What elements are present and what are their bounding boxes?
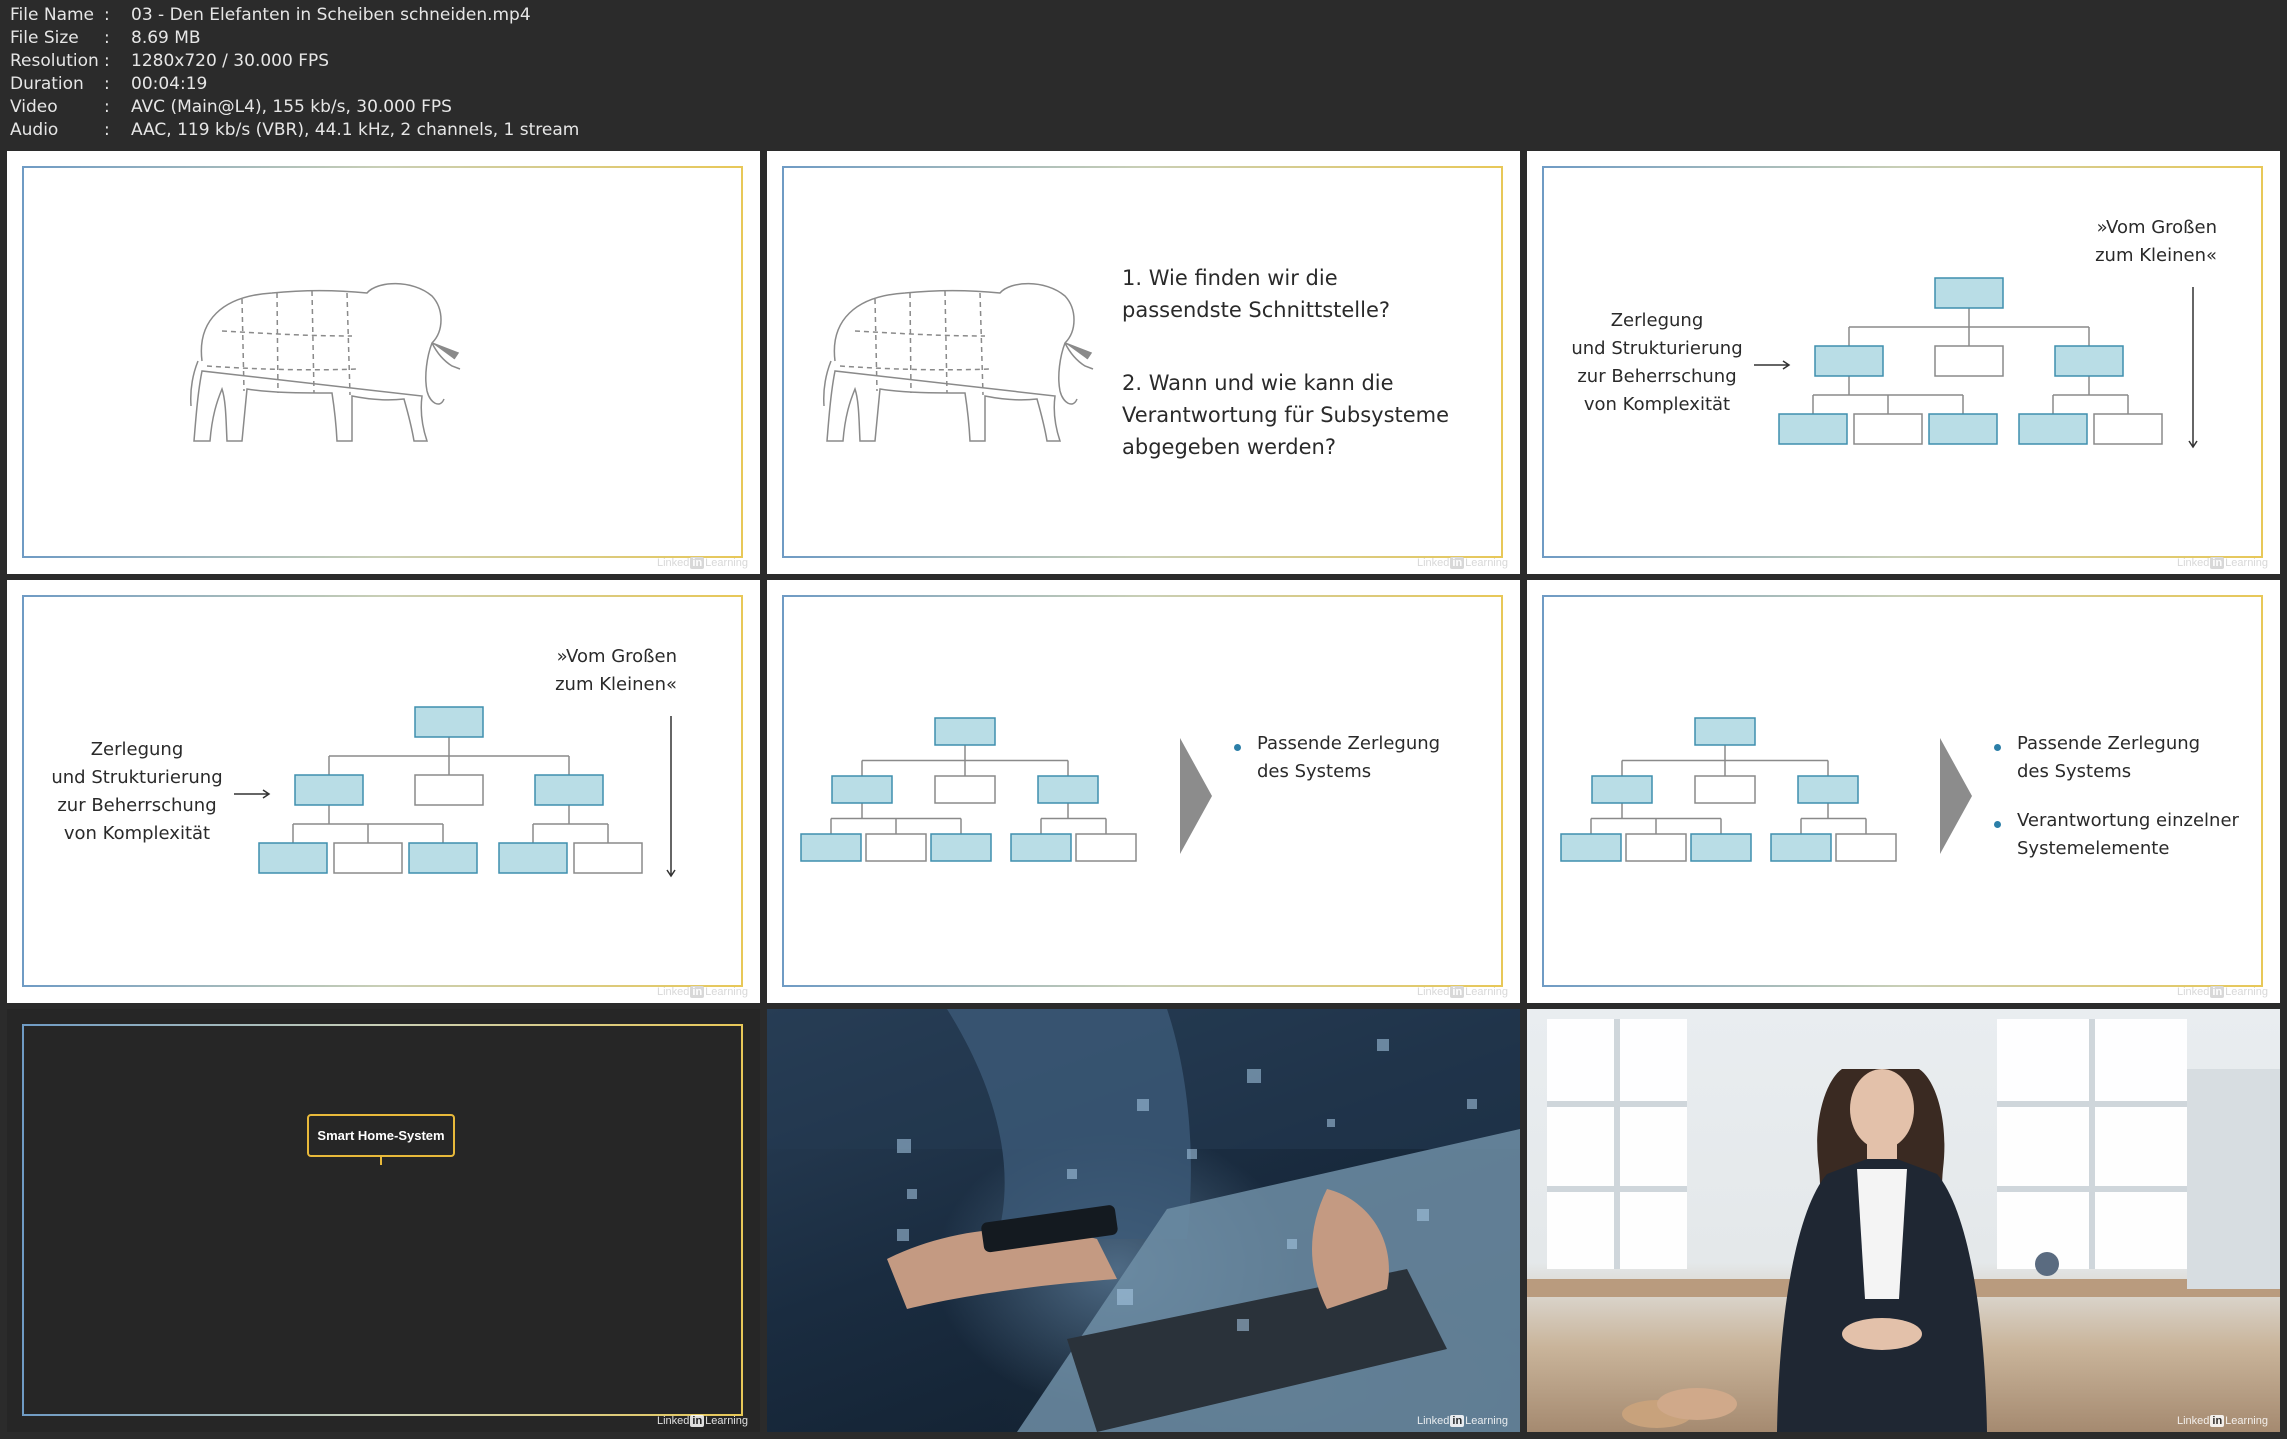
file-info-row: File Size: 8.69 MB — [10, 27, 579, 50]
bullet-2: Verantwortung einzelner Systemelemente — [2017, 810, 2239, 859]
direction-label: »Vom Großen zum Kleinen« — [2095, 217, 2217, 266]
presenter-photo — [1527, 1019, 2280, 1432]
file-info-row: Video: AVC (Main@L4), 155 kb/s, 30.000 FP… — [10, 96, 579, 119]
arrow-down-icon — [666, 716, 676, 878]
question-2: 2. Wann und wie kann die Verantwortung f… — [1122, 371, 1450, 459]
bullet-dot — [1994, 744, 2001, 751]
elephant-drawing — [823, 282, 1094, 442]
tree-group — [1754, 277, 2198, 449]
question-1: 1. Wie finden wir die passendste Schnitt… — [1122, 266, 1391, 322]
level2-node — [1934, 345, 2004, 377]
level3-node — [258, 842, 328, 874]
file-info-row: Duration: 00:04:19 — [10, 73, 579, 96]
watermark: Linked in Learning — [656, 1415, 748, 1427]
file-info-value: AAC, 119 kb/s (VBR), 44.1 kHz, 2 channel… — [131, 120, 580, 140]
file-info-separator: : — [104, 74, 110, 94]
watermark: Linked in Learning — [656, 986, 748, 998]
level3-node — [1928, 413, 1998, 445]
level2-node — [2054, 345, 2124, 377]
bullet-dot — [1994, 821, 2001, 828]
watermark: Linked in Learning — [656, 557, 748, 569]
thumbnail-3[interactable]: Zerlegung und Strukturierung zur Beherrs… — [1527, 151, 2280, 574]
level2-node — [1814, 345, 1884, 377]
file-info-separator: : — [104, 28, 110, 48]
file-info-separator: : — [104, 51, 110, 71]
tree-group — [234, 706, 676, 878]
level3-node — [573, 842, 643, 874]
thumbnail-5[interactable]: Passende Zerlegung des Systems Linked in L… — [767, 580, 1520, 1003]
arrow-chevron-icon — [1180, 738, 1212, 854]
file-info-value: 8.69 MB — [131, 28, 201, 48]
level2-node — [414, 774, 484, 806]
file-info-separator: : — [104, 120, 110, 140]
root-node — [414, 706, 484, 738]
smart-home-system-box: Smart Home-System — [307, 1114, 455, 1157]
file-info-value: 1280x720 / 30.000 FPS — [131, 51, 330, 71]
decomposition-label: Zerlegung und Strukturierung zur Beherrs… — [51, 739, 223, 844]
level2-node — [294, 774, 364, 806]
root-node — [1934, 277, 2004, 309]
file-info-key: Audio — [10, 120, 59, 140]
thumbnail-2[interactable]: 1. Wie finden wir die passendste Schnitt… — [767, 151, 1520, 574]
level3-node — [2093, 413, 2163, 445]
thumbnail-8[interactable]: Linked in Learning — [767, 1009, 1520, 1432]
connector-stem — [380, 1157, 382, 1165]
bullet-dot — [1234, 744, 1241, 751]
bullet-1: Passende Zerlegung des Systems — [1257, 733, 1441, 782]
thumbnail-7[interactable]: Smart Home-System Linked in Learning — [7, 1009, 760, 1432]
watermark: Linked in Learning — [2176, 1415, 2268, 1427]
level3-node — [333, 842, 403, 874]
file-info-panel: File Name: 03 - Den Elefanten in Scheiben… — [10, 4, 579, 142]
file-info-value: AVC (Main@L4), 155 kb/s, 30.000 FPS — [131, 97, 452, 117]
level2-node — [534, 774, 604, 806]
level3-node — [1853, 413, 1923, 445]
file-info-key: Resolution — [10, 51, 99, 71]
phone-laptop-photo — [767, 1009, 1520, 1432]
thumbnail-9[interactable]: Linked in Learning — [1527, 1009, 2280, 1432]
thumbnail-6[interactable]: Passende Zerlegung des Systems Verantwor… — [1527, 580, 2280, 1003]
file-info-separator: : — [104, 5, 110, 25]
watermark: Linked in Learning — [2176, 986, 2268, 998]
watermark: Linked in Learning — [1416, 557, 1508, 569]
arrow-chevron-icon — [1940, 738, 1972, 854]
arrow-right-icon — [234, 789, 271, 799]
thumbnail-4[interactable]: Zerlegung und Strukturierung zur Beherrs… — [7, 580, 760, 1003]
arrow-right-icon — [1754, 360, 1791, 370]
file-info-row: Resolution: 1280x720 / 30.000 FPS — [10, 50, 579, 73]
watermark: Linked in Learning — [2176, 557, 2268, 569]
file-info-value: 03 - Den Elefanten in Scheiben schneiden… — [131, 5, 531, 25]
file-info-separator: : — [104, 97, 110, 117]
elephant-drawing — [190, 282, 461, 442]
file-info-key: Duration — [10, 74, 84, 94]
file-info-row: Audio: AAC, 119 kb/s (VBR), 44.1 kHz, 2 c… — [10, 119, 579, 142]
direction-label: »Vom Großen zum Kleinen« — [555, 646, 677, 695]
file-info-value: 00:04:19 — [131, 74, 208, 94]
arrow-down-icon — [2188, 287, 2198, 449]
thumbnail-1[interactable]: Linked in Learning — [7, 151, 760, 574]
level3-node — [408, 842, 478, 874]
watermark: Linked in Learning — [1416, 1415, 1508, 1427]
file-info-key: File Name — [10, 5, 95, 25]
decomposition-label: Zerlegung und Strukturierung zur Beherrs… — [1571, 310, 1743, 415]
watermark: Linked in Learning — [1416, 986, 1508, 998]
bullet-1: Passende Zerlegung des Systems — [2017, 733, 2201, 782]
file-info-row: File Name: 03 - Den Elefanten in Scheiben… — [10, 4, 579, 27]
level3-node — [2018, 413, 2088, 445]
slide-frame — [22, 1024, 743, 1416]
level3-node — [1778, 413, 1848, 445]
level3-node — [498, 842, 568, 874]
file-info-key: Video — [10, 97, 58, 117]
file-info-key: File Size — [10, 28, 79, 48]
